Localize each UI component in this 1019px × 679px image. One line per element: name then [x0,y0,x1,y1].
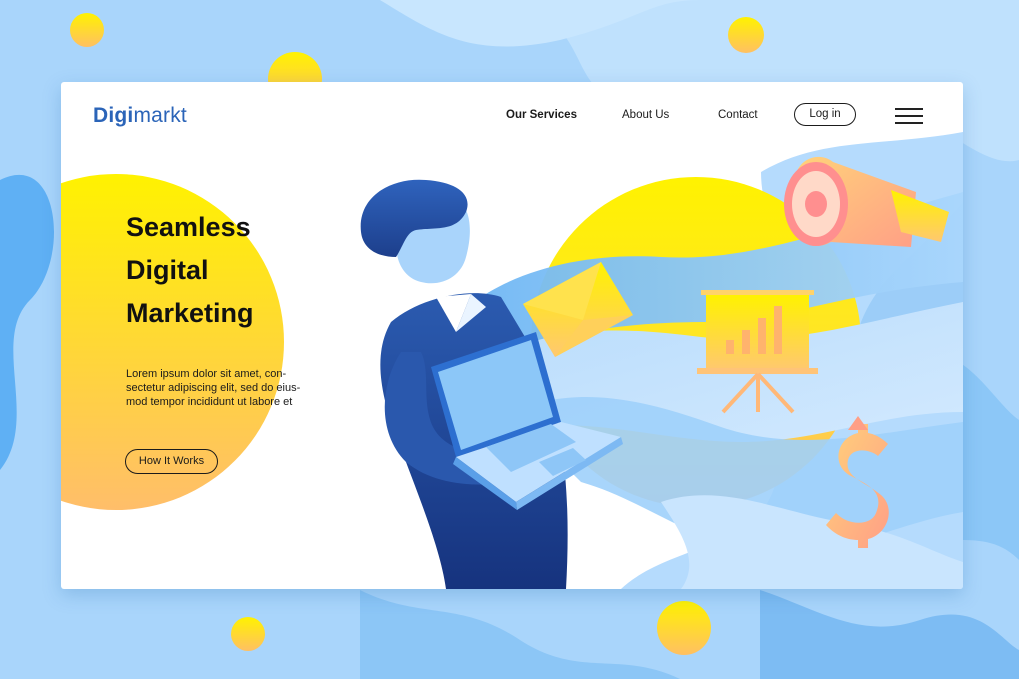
logo-text-bold: Digi [93,104,134,127]
hero-description: Lorem ipsum dolor sit amet, con- sectetu… [126,367,336,409]
headline-line: Digital [126,255,209,285]
description-line: sectetur adipiscing elit, sed do eius- [126,382,301,394]
headline-line: Seamless [126,212,251,242]
brand-logo[interactable]: Digimarkt [93,104,187,128]
how-it-works-button[interactable]: How It Works [125,449,218,474]
logo-text-light: markt [133,104,187,127]
hero-illustration [61,132,963,589]
nav-contact[interactable]: Contact [718,109,758,121]
login-button[interactable]: Log in [794,103,856,126]
headline-line: Marketing [126,298,254,328]
description-line: mod tempor incididunt ut labore et [126,396,293,408]
description-line: Lorem ipsum dolor sit amet, con- [126,368,287,380]
hero-headline: Seamless Digital Marketing [126,206,254,335]
hamburger-menu-icon[interactable] [895,107,925,124]
landing-card: Digimarkt Our Services About Us Contact … [61,82,963,589]
nav-about-us[interactable]: About Us [622,109,669,121]
nav-our-services[interactable]: Our Services [506,109,577,121]
